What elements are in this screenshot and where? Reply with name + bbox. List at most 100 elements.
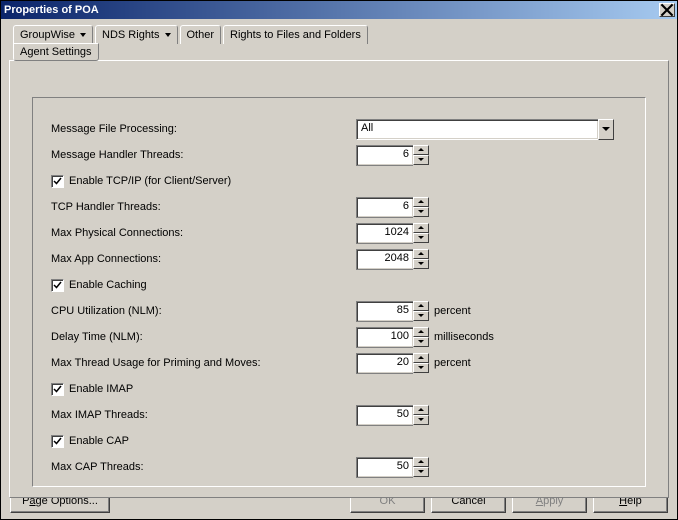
tab-rights-label: Rights to Files and Folders xyxy=(230,29,361,41)
spinner-cpu-util[interactable]: 85 xyxy=(356,301,428,322)
spin-down[interactable] xyxy=(413,415,429,425)
chevron-up-icon xyxy=(418,226,424,229)
spinner-msg-handler[interactable]: 6 xyxy=(356,145,428,166)
chevron-down-icon xyxy=(418,340,424,343)
row-msg-file-proc: Message File Processing: All xyxy=(51,116,627,142)
settings-panel: Message File Processing: All Message Han… xyxy=(9,60,669,498)
chevron-down-icon xyxy=(418,236,424,239)
label-delay-time: Delay Time (NLM): xyxy=(51,331,356,343)
close-icon xyxy=(660,3,674,17)
spin-down[interactable] xyxy=(413,233,429,243)
tab-groupwise[interactable]: GroupWise xyxy=(13,25,93,45)
spinner-value[interactable]: 100 xyxy=(356,327,413,348)
subtab-label: Agent Settings xyxy=(20,46,92,58)
row-enable-caching: Enable Caching xyxy=(51,272,627,298)
spin-up[interactable] xyxy=(413,353,429,363)
row-enable-tcpip: Enable TCP/IP (for Client/Server) xyxy=(51,168,627,194)
spinner-max-thread[interactable]: 20 xyxy=(356,353,428,374)
spinner-value[interactable]: 50 xyxy=(356,457,413,478)
label-enable-caching: Enable Caching xyxy=(69,279,147,291)
spinner-max-app[interactable]: 2048 xyxy=(356,249,428,270)
label-max-cap: Max CAP Threads: xyxy=(51,461,356,473)
tab-rights[interactable]: Rights to Files and Folders xyxy=(223,25,368,44)
spin-up[interactable] xyxy=(413,249,429,259)
checkbox-enable-tcpip[interactable] xyxy=(51,175,64,188)
spin-up[interactable] xyxy=(413,327,429,337)
settings-scroll[interactable]: Message File Processing: All Message Han… xyxy=(32,97,646,487)
chevron-up-icon xyxy=(418,252,424,255)
label-tcp-handler: TCP Handler Threads: xyxy=(51,201,356,213)
spinner-value[interactable]: 85 xyxy=(356,301,413,322)
label-max-imap: Max IMAP Threads: xyxy=(51,409,356,421)
spin-up[interactable] xyxy=(413,223,429,233)
spin-down[interactable] xyxy=(413,467,429,477)
spinner-value[interactable]: 2048 xyxy=(356,249,413,270)
chevron-up-icon xyxy=(418,330,424,333)
dropdown-button[interactable] xyxy=(598,119,614,140)
spin-up[interactable] xyxy=(413,457,429,467)
spin-up[interactable] xyxy=(413,145,429,155)
row-enable-imap: Enable IMAP xyxy=(51,376,627,402)
label-enable-tcpip: Enable TCP/IP (for Client/Server) xyxy=(69,175,231,187)
label-max-phys: Max Physical Connections: xyxy=(51,227,356,239)
spin-down[interactable] xyxy=(413,207,429,217)
row-msg-handler: Message Handler Threads: 6 xyxy=(51,142,627,168)
label-max-app: Max App Connections: xyxy=(51,253,356,265)
chevron-down-icon xyxy=(418,366,424,369)
window-title: Properties of POA xyxy=(4,4,659,16)
label-msg-handler: Message Handler Threads: xyxy=(51,149,356,161)
spinner-tcp-handler[interactable]: 6 xyxy=(356,197,428,218)
tab-other[interactable]: Other xyxy=(180,25,222,44)
spin-down[interactable] xyxy=(413,311,429,321)
tab-nds-rights[interactable]: NDS Rights xyxy=(95,25,177,44)
dropdown-arrow-icon xyxy=(80,33,86,37)
label-enable-cap: Enable CAP xyxy=(69,435,129,447)
tab-strip: GroupWise NDS Rights Other Rights to Fil… xyxy=(13,25,669,44)
tab-nds-label: NDS Rights xyxy=(102,29,159,41)
dropdown-msg-file-proc[interactable]: All xyxy=(356,119,614,140)
checkbox-enable-caching[interactable] xyxy=(51,279,64,292)
spinner-value[interactable]: 50 xyxy=(356,405,413,426)
dropdown-value: All xyxy=(356,119,598,140)
row-max-cap: Max CAP Threads: 50 xyxy=(51,454,627,480)
spinner-value[interactable]: 1024 xyxy=(356,223,413,244)
row-tcp-handler: TCP Handler Threads: 6 xyxy=(51,194,627,220)
spinner-max-cap[interactable]: 50 xyxy=(356,457,428,478)
label-max-thread: Max Thread Usage for Priming and Moves: xyxy=(51,357,356,369)
row-enable-cap: Enable CAP xyxy=(51,428,627,454)
label-enable-imap: Enable IMAP xyxy=(69,383,133,395)
subtab-agent-settings[interactable]: Agent Settings xyxy=(13,43,99,61)
spin-down[interactable] xyxy=(413,259,429,269)
checkbox-enable-imap[interactable] xyxy=(51,383,64,396)
spinner-value[interactable]: 6 xyxy=(356,197,413,218)
unit-delay-time: milliseconds xyxy=(434,331,494,343)
chevron-up-icon xyxy=(418,200,424,203)
spin-down[interactable] xyxy=(413,155,429,165)
chevron-up-icon xyxy=(418,148,424,151)
spin-up[interactable] xyxy=(413,301,429,311)
chevron-down-icon xyxy=(602,127,610,131)
unit-cpu-util: percent xyxy=(434,305,471,317)
unit-max-thread: percent xyxy=(434,357,471,369)
chevron-down-icon xyxy=(418,418,424,421)
close-button[interactable] xyxy=(659,3,675,17)
spin-down[interactable] xyxy=(413,337,429,347)
chevron-down-icon xyxy=(418,158,424,161)
spinner-delay-time[interactable]: 100 xyxy=(356,327,428,348)
row-delay-time: Delay Time (NLM): 100 milliseconds xyxy=(51,324,627,350)
check-icon xyxy=(53,177,62,186)
label-msg-file-proc: Message File Processing: xyxy=(51,123,356,135)
chevron-down-icon xyxy=(418,470,424,473)
row-max-app: Max App Connections: 2048 xyxy=(51,246,627,272)
dialog-content: GroupWise NDS Rights Other Rights to Fil… xyxy=(1,19,677,487)
spinner-max-phys[interactable]: 1024 xyxy=(356,223,428,244)
spin-down[interactable] xyxy=(413,363,429,373)
spin-up[interactable] xyxy=(413,197,429,207)
spin-up[interactable] xyxy=(413,405,429,415)
label-cpu-util: CPU Utilization (NLM): xyxy=(51,305,356,317)
spinner-value[interactable]: 20 xyxy=(356,353,413,374)
spinner-value[interactable]: 6 xyxy=(356,145,413,166)
checkbox-enable-cap[interactable] xyxy=(51,435,64,448)
spinner-max-imap[interactable]: 50 xyxy=(356,405,428,426)
chevron-down-icon xyxy=(418,210,424,213)
